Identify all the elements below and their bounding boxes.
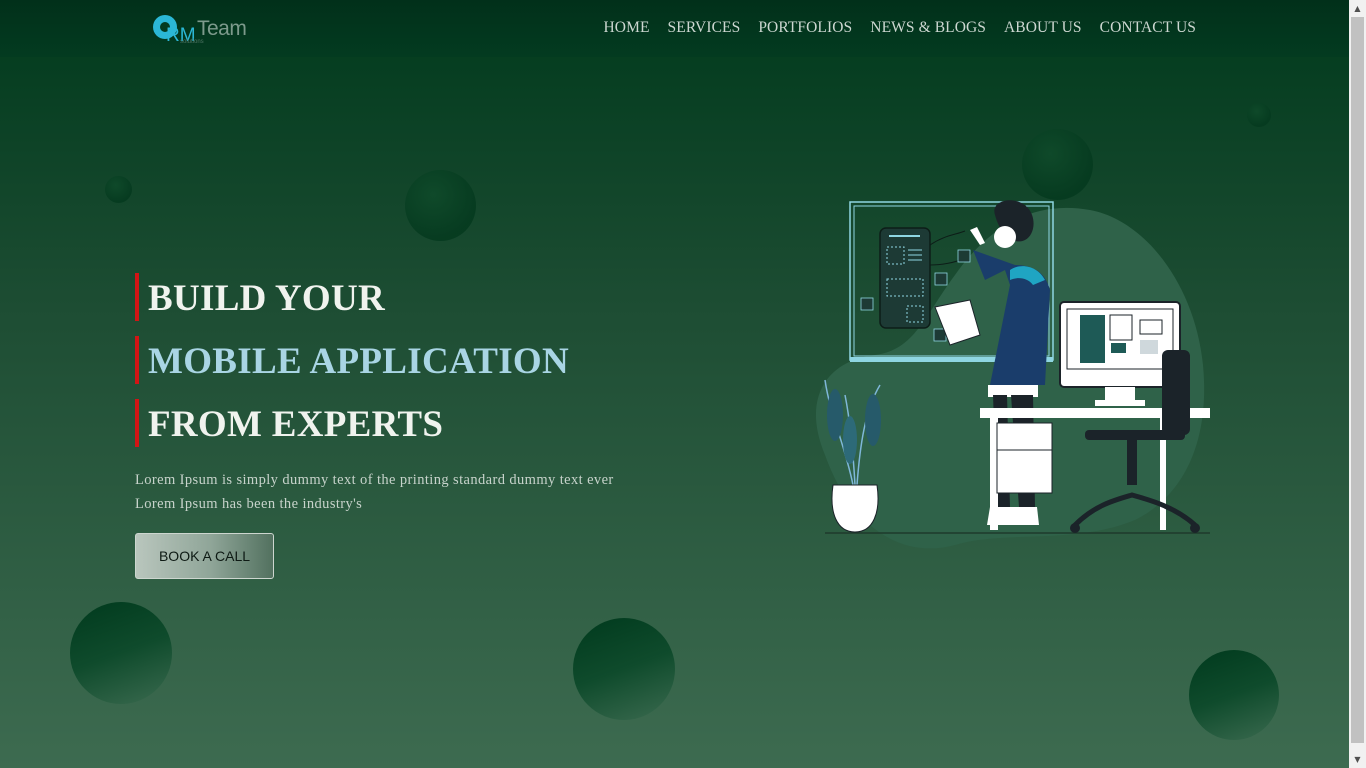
hero-line-1: BUILD YOUR	[135, 273, 385, 321]
hero-line-2: MOBILE APPLICATION	[135, 336, 569, 384]
scrollbar-thumb[interactable]	[1351, 17, 1364, 743]
nav-home[interactable]: HOME	[604, 19, 650, 37]
book-a-call-button[interactable]: BOOK A CALL	[135, 533, 274, 579]
nav-services[interactable]: SERVICES	[668, 19, 741, 37]
hero-description: Lorem Ipsum is simply dummy text of the …	[135, 468, 675, 516]
decor-circle	[1189, 650, 1279, 740]
decor-circle	[70, 602, 172, 704]
vertical-scrollbar[interactable]: ▲ ▼	[1349, 0, 1366, 768]
nav-portfolios[interactable]: PORTFOLIOS	[758, 19, 852, 37]
decor-circle	[1022, 129, 1093, 200]
developer-at-workstation-illustration	[815, 200, 1210, 549]
nav-contact-us[interactable]: CONTACT US	[1100, 19, 1196, 37]
page: RM Team solutions HOME SERVICES PORTFOLI…	[0, 0, 1349, 768]
hero-heading-line-2: MOBILE APPLICATION	[148, 341, 570, 382]
decor-circle	[1247, 103, 1271, 127]
hero-heading-line-3: FROM EXPERTS	[148, 404, 444, 445]
scroll-down-arrow-icon[interactable]: ▼	[1349, 751, 1366, 768]
hero-heading-line-1: BUILD YOUR	[148, 278, 386, 319]
main-nav: HOME SERVICES PORTFOLIOS NEWS & BLOGS AB…	[604, 19, 1197, 37]
nav-news-blogs[interactable]: NEWS & BLOGS	[870, 19, 986, 37]
hero-description-line-1: Lorem Ipsum is simply dummy text of the …	[135, 472, 614, 488]
phone-wireframe	[879, 227, 931, 329]
hero-line-3: FROM EXPERTS	[135, 399, 443, 447]
scroll-up-arrow-icon[interactable]: ▲	[1349, 0, 1366, 17]
logo[interactable]: RM Team solutions	[152, 12, 262, 48]
decor-circle	[105, 176, 132, 203]
logo-word: Team	[197, 17, 247, 40]
decor-circle	[573, 618, 675, 720]
logo-subtext: solutions	[180, 39, 204, 45]
nav-about-us[interactable]: ABOUT US	[1004, 19, 1082, 37]
hero-description-line-2: Lorem Ipsum has been the industry's	[135, 496, 363, 512]
site-header: RM Team solutions HOME SERVICES PORTFOLI…	[0, 0, 1349, 57]
decor-circle	[405, 170, 476, 241]
